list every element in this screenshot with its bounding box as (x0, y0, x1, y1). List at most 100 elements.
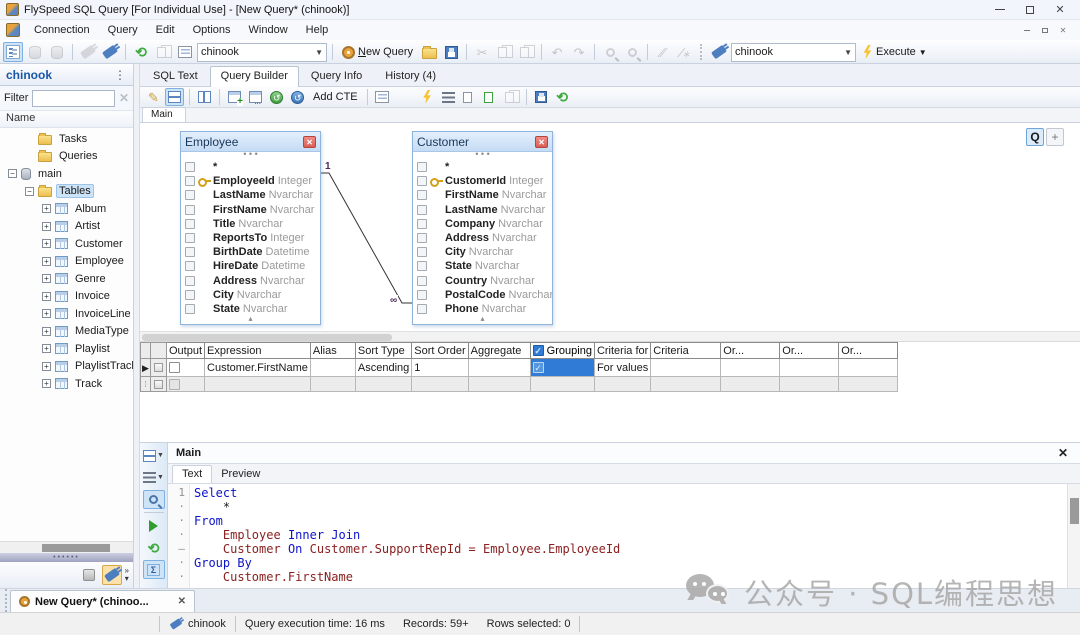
grid-cell[interactable] (165, 358, 206, 377)
minimize-icon[interactable] (994, 4, 1006, 16)
maximize-icon[interactable] (1024, 4, 1036, 16)
tab-query-builder[interactable]: Query Builder (209, 66, 299, 87)
row-expand-button[interactable] (154, 379, 163, 389)
save-query-button[interactable] (441, 42, 461, 62)
find-button[interactable] (600, 42, 620, 62)
menu-window[interactable]: Window (240, 22, 297, 38)
grid-cell[interactable] (467, 376, 531, 392)
expand-icon[interactable]: + (42, 361, 51, 371)
expand-icon[interactable]: + (42, 274, 51, 284)
menu-options[interactable]: Options (184, 22, 240, 38)
query-connection-button[interactable] (709, 42, 729, 62)
field-row-city[interactable]: City Nvarchar (185, 288, 320, 302)
field-checkbox[interactable] (185, 289, 195, 300)
field-row-state[interactable]: State Nvarchar (185, 302, 320, 315)
tree-item-genre[interactable]: + Genre (0, 270, 133, 288)
grid-cell[interactable] (354, 376, 413, 392)
cell-sort-order[interactable]: 1 (411, 358, 469, 377)
canvas-hscrollbar[interactable] (140, 332, 1080, 342)
mdi-minimize-icon[interactable] (1022, 25, 1032, 35)
cell-or-3[interactable] (838, 358, 899, 377)
field-checkbox[interactable] (185, 233, 195, 244)
scrollbar-thumb[interactable] (1070, 498, 1079, 524)
cell-expression[interactable]: Customer.FirstName (204, 358, 311, 377)
field-checkbox[interactable] (185, 176, 195, 187)
field-checkbox[interactable] (185, 261, 195, 272)
expand-icon[interactable]: + (42, 239, 51, 249)
collapse-icon[interactable]: − (25, 186, 34, 196)
field-row-reportsto[interactable]: ReportsTo Integer (185, 231, 320, 245)
cut-button[interactable]: ✂ (472, 42, 492, 62)
grid-cell[interactable] (593, 376, 652, 392)
grid-cell[interactable] (165, 376, 206, 392)
field-checkbox[interactable] (185, 247, 195, 258)
toggle-tree-button[interactable] (3, 42, 23, 62)
scroll-down-indicator[interactable]: ▴ (413, 315, 552, 324)
cell-criteria-for[interactable]: For values (593, 358, 652, 377)
grid-header-grouping[interactable]: ✓ Grouping (529, 342, 595, 359)
sql-editor[interactable]: 1 · · · – · · Select * From Employee Inner Join… (168, 484, 1080, 588)
field-row-firstname[interactable]: FirstName Nvarchar (417, 188, 552, 202)
copy-button[interactable] (494, 42, 514, 62)
expand-icon[interactable]: + (42, 256, 51, 266)
panel-layout-button[interactable]: ▼ (143, 446, 165, 465)
collapse-icon[interactable]: − (8, 169, 17, 179)
document-tab[interactable]: New Query* (chinoo... ✕ (10, 590, 195, 612)
editor-vscrollbar[interactable] (1067, 484, 1080, 588)
field-row-address[interactable]: Address Nvarchar (185, 274, 320, 288)
table-box-customer[interactable]: Customer ✕ • • • * CustomerId Integer FirstNam… (412, 131, 553, 325)
objects-view-button[interactable] (79, 565, 99, 585)
close-icon[interactable]: ✕ (1054, 4, 1066, 16)
edit-sql-button[interactable]: ✎ (144, 88, 163, 106)
stats-button[interactable]: Σ (142, 560, 165, 579)
expand-icon[interactable]: + (42, 221, 51, 231)
field-row-star[interactable]: * (417, 160, 552, 174)
refresh-sql-button[interactable]: ⟲ (143, 538, 165, 557)
add-table-button[interactable] (225, 88, 244, 106)
field-row-title[interactable]: Title Nvarchar (185, 217, 320, 231)
field-row-city[interactable]: City Nvarchar (417, 245, 552, 259)
tree-item-invoice[interactable]: + Invoice (0, 288, 133, 306)
tree-item-main[interactable]: − main (0, 165, 133, 183)
disconnect-button[interactable] (78, 42, 98, 62)
field-row-customerid[interactable]: CustomerId Integer (417, 174, 552, 188)
sql-tab-text[interactable]: Text (172, 465, 213, 483)
tab-sql-text[interactable]: SQL Text (142, 66, 209, 86)
comment-button[interactable]: ∕∕ (653, 42, 673, 62)
join-line[interactable] (321, 172, 412, 304)
expand-icon[interactable]: + (42, 291, 51, 301)
field-checkbox[interactable] (185, 218, 195, 229)
grid-cell[interactable] (309, 376, 356, 392)
refresh-builder-button[interactable]: ⟲ (553, 88, 572, 106)
menu-help[interactable]: Help (297, 22, 338, 38)
tab-query-info[interactable]: Query Info (300, 66, 373, 86)
empty-row-marker[interactable]: ⁞ (140, 376, 151, 392)
grid-cell[interactable] (529, 376, 595, 392)
layout-horizontal-button[interactable] (165, 88, 184, 106)
field-row-phone[interactable]: Phone Nvarchar (417, 302, 552, 315)
scrollbar-thumb[interactable] (142, 333, 392, 341)
cell-aggregate[interactable] (467, 358, 531, 377)
new-query-button[interactable]: New Query (338, 42, 417, 62)
field-checkbox[interactable] (417, 162, 427, 173)
undo-button[interactable]: ↶ (547, 42, 567, 62)
field-row-firstname[interactable]: FirstName Nvarchar (185, 203, 320, 217)
field-checkbox[interactable] (417, 289, 427, 300)
tree-item-tasks[interactable]: Tasks (0, 130, 133, 148)
table-box-employee[interactable]: Employee ✕ • • • * EmployeeId Integer LastName… (180, 131, 321, 325)
scroll-down-indicator[interactable]: ▴ (181, 315, 320, 324)
filter-input[interactable] (32, 89, 115, 107)
grid-header-or-[interactable]: Or... (720, 342, 781, 359)
field-row-country[interactable]: Country Nvarchar (417, 274, 552, 288)
expand-icon[interactable]: + (42, 344, 51, 354)
field-checkbox[interactable] (185, 303, 195, 314)
refresh-metadata-button[interactable]: ⟲ (131, 42, 151, 62)
cell-criteria[interactable] (650, 358, 722, 377)
sidebar-splitter[interactable]: •••••• (0, 553, 133, 562)
field-checkbox[interactable] (417, 204, 427, 215)
sql-tab-preview[interactable]: Preview (212, 466, 269, 483)
cell-or-2[interactable] (779, 358, 840, 377)
paste-button[interactable] (516, 42, 536, 62)
add-object-button[interactable] (246, 88, 265, 106)
grid-header-expression[interactable]: Expression (204, 342, 311, 359)
